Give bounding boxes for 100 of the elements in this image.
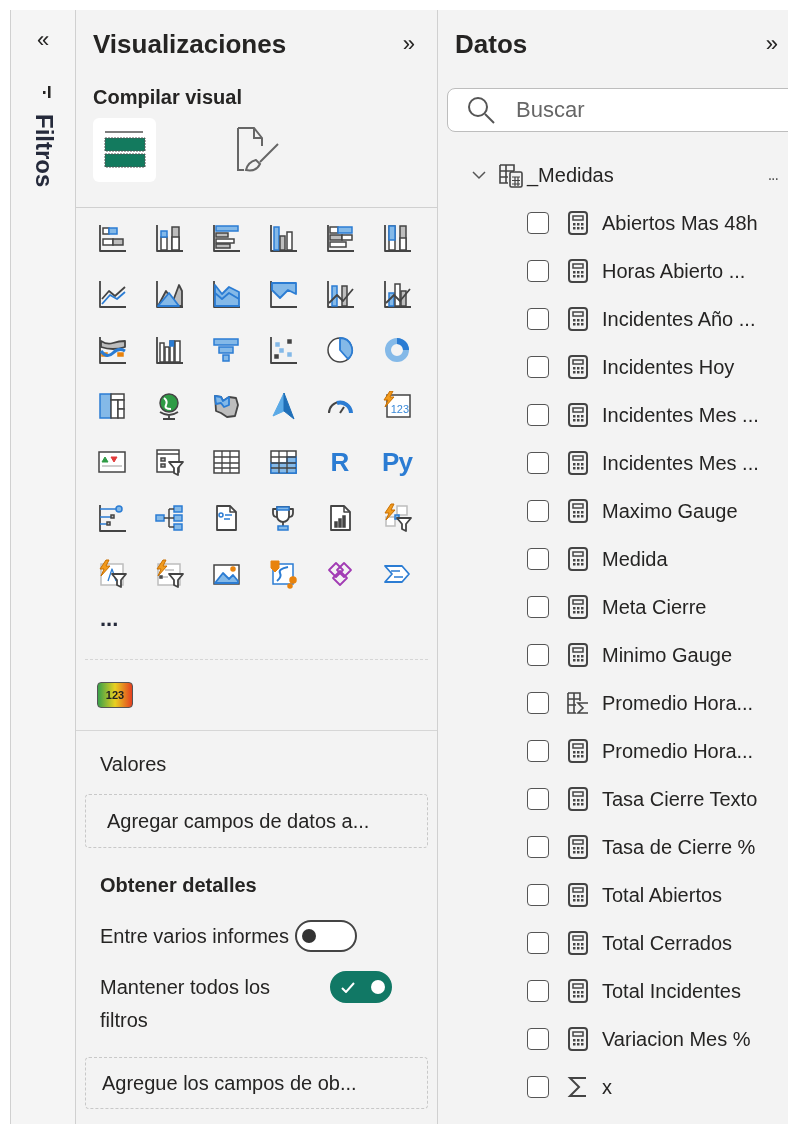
pane-tab[interactable] [93, 118, 156, 182]
field-name[interactable]: Horas Abierto ... [602, 258, 746, 284]
field-name[interactable]: x [602, 1074, 612, 1100]
calculator-icon [567, 979, 589, 1003]
field-name[interactable]: Variacion Mes % [602, 1026, 751, 1052]
checkbox[interactable] [527, 404, 549, 426]
calculator-icon [567, 595, 589, 619]
field-name[interactable]: Medida [602, 546, 668, 572]
calculator-icon [567, 499, 589, 523]
field-name[interactable]: Incidentes Año ... [602, 306, 756, 332]
option-label: Mantener todos los filtros [100, 975, 272, 1033]
checkbox[interactable] [527, 1076, 549, 1098]
python-visual-button[interactable]: Py [382, 447, 412, 477]
funnel-icon[interactable] [211, 335, 241, 365]
checkbox[interactable] [527, 500, 549, 522]
checkbox[interactable] [527, 308, 549, 330]
checkbox[interactable] [527, 740, 549, 762]
bar-chart-icon[interactable] [325, 223, 355, 253]
option-label: Entre varios informes [100, 924, 289, 949]
filters-pane-title[interactable]: Filtros [30, 114, 58, 188]
checkbox[interactable] [527, 980, 549, 1002]
field-name[interactable]: Incidentes Mes ... [602, 450, 759, 476]
checkbox[interactable] [527, 356, 549, 378]
more-options-button[interactable]: ... [767, 167, 778, 183]
expand-button[interactable]: » [765, 30, 778, 58]
calculator-icon [567, 451, 589, 475]
checkbox[interactable] [527, 788, 549, 810]
scatter-chart-icon[interactable] [268, 335, 298, 365]
checkbox[interactable] [527, 884, 549, 906]
decomposition-tree-icon[interactable] [154, 503, 184, 533]
checkbox[interactable] [527, 836, 549, 858]
field-name[interactable]: Promedio Hora... [602, 690, 754, 716]
checkbox[interactable] [527, 548, 549, 570]
drop-zone[interactable]: Agregue los campos de ob... [85, 1057, 428, 1109]
area-chart-icon[interactable] [268, 279, 298, 309]
treemap-icon[interactable] [97, 391, 127, 421]
lightning-filter-icon[interactable] [97, 559, 127, 589]
checkbox[interactable] [527, 212, 549, 234]
lightning-filter-icon[interactable] [154, 559, 184, 589]
field-name[interactable]: Maximo Gauge [602, 498, 738, 524]
field-well-label: Valores [100, 752, 167, 777]
field-name[interactable]: Tasa Cierre Texto [602, 786, 758, 812]
diamonds-icon[interactable] [325, 559, 355, 589]
checkbox[interactable] [527, 932, 549, 954]
calculator-icon [567, 739, 589, 763]
calculator-table-icon [498, 162, 524, 188]
checkbox[interactable] [527, 1028, 549, 1050]
field-name[interactable]: Incidentes Hoy [602, 354, 735, 380]
donut-chart-icon[interactable] [382, 335, 412, 365]
toggle-switch[interactable] [294, 920, 357, 952]
slicer-icon[interactable] [154, 447, 184, 477]
field-name[interactable]: Incidentes Mes ... [602, 402, 759, 428]
field-name[interactable]: Abiertos Mas 48h [602, 210, 758, 236]
waterfall-chart-icon[interactable] [154, 335, 184, 365]
pie-chart-icon[interactable] [325, 335, 355, 365]
lightning-frame-icon [382, 391, 412, 421]
card-visual-button[interactable]: 123 [382, 391, 412, 421]
search-field[interactable]: Buscar [447, 88, 788, 132]
field-name[interactable]: Total Incidentes [602, 978, 741, 1004]
area-chart-icon[interactable] [154, 279, 184, 309]
lightning-filter-icon[interactable] [382, 503, 412, 533]
field-name[interactable]: Promedio Hora... [602, 738, 754, 764]
matrix-icon[interactable] [268, 447, 298, 477]
combo-chart-icon[interactable] [382, 279, 412, 309]
collapse-button[interactable]: « [36, 26, 50, 54]
toggle-switch[interactable] [330, 971, 392, 1003]
field-name[interactable]: Total Abiertos [602, 882, 723, 908]
combo-chart-icon[interactable] [325, 279, 355, 309]
r-visual-button[interactable]: R [325, 447, 355, 477]
area-chart-icon[interactable] [211, 279, 241, 309]
key-influencers-icon[interactable] [97, 503, 127, 533]
field-name[interactable]: Minimo Gauge [602, 642, 733, 668]
checkbox[interactable] [527, 596, 549, 618]
expand-button[interactable]: » [402, 30, 415, 58]
section-title: Obtener detalles [100, 873, 257, 898]
table-name[interactable]: _Medidas [527, 163, 614, 187]
column-chart-icon[interactable] [154, 223, 184, 253]
calculator-icon [567, 883, 589, 907]
calculator-icon [567, 931, 589, 955]
field-name[interactable]: Meta Cierre [602, 594, 707, 620]
checkbox[interactable] [527, 452, 549, 474]
field-name[interactable]: Total Cerrados [602, 930, 733, 956]
calculator-icon [567, 547, 589, 571]
checkbox[interactable] [527, 260, 549, 282]
line-chart-icon[interactable] [97, 279, 127, 309]
custom-visual-button[interactable]: 123 [97, 682, 133, 708]
ribbon-chart-icon[interactable] [97, 335, 127, 365]
bar-chart-icon[interactable] [97, 223, 127, 253]
column-chart-icon[interactable] [382, 223, 412, 253]
column-chart-icon[interactable] [268, 223, 298, 253]
map-pin-icon[interactable] [268, 559, 298, 589]
checkbox[interactable] [527, 692, 549, 714]
table-icon[interactable] [211, 447, 241, 477]
drop-zone[interactable]: Agregar campos de datos a... [85, 794, 428, 848]
checkbox[interactable] [527, 644, 549, 666]
calculator-icon [567, 643, 589, 667]
more-visuals-button[interactable]: ... [100, 607, 119, 631]
calculator-icon [567, 307, 589, 331]
bar-chart-icon[interactable] [211, 223, 241, 253]
field-name[interactable]: Tasa de Cierre % [602, 834, 756, 860]
